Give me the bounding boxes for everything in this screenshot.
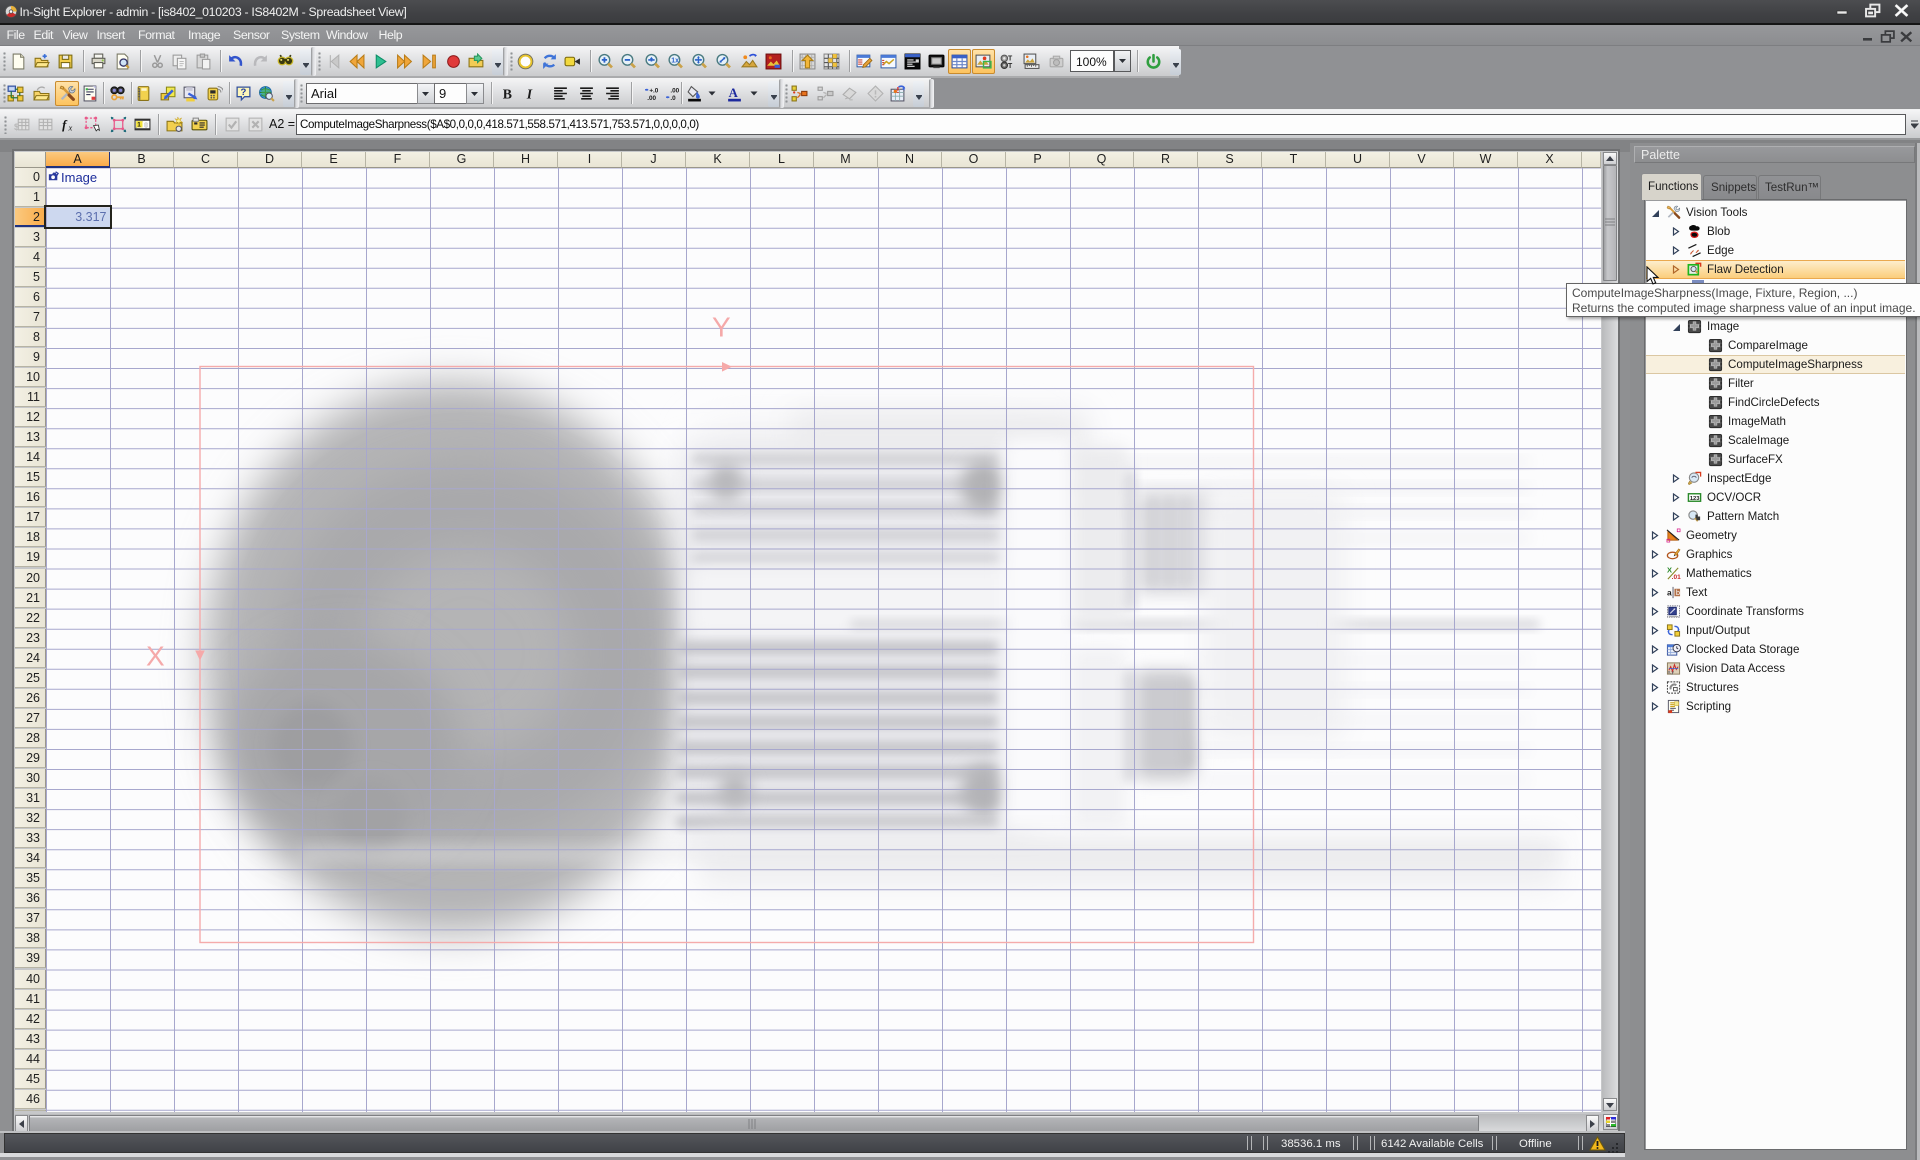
svg-text:f: f [62, 117, 68, 131]
svg-text:x,y: x,y [1668, 669, 1675, 674]
svg-text:Y: Y [712, 311, 731, 342]
svg-text:B: B [502, 86, 511, 101]
svg-text:T: T [1008, 55, 1013, 62]
svg-text:X: X [146, 640, 165, 671]
svg-text:.00: .00 [670, 87, 679, 94]
svg-text:1x: 1x [671, 57, 679, 64]
svg-text:.01: .01 [1672, 574, 1681, 581]
svg-text:1: 1 [137, 121, 141, 128]
svg-text:T: T [1008, 62, 1013, 69]
svg-text:123: 123 [1690, 495, 1700, 501]
svg-text:.0: .0 [670, 94, 676, 101]
svg-text:a: a [1667, 587, 1672, 597]
svg-text:b: b [1676, 587, 1680, 596]
svg-text:x: x [67, 122, 72, 132]
svg-text:I: I [525, 86, 532, 101]
svg-text:$: $ [14, 121, 20, 132]
svg-text:0: 0 [144, 122, 148, 129]
svg-text:+.0: +.0 [649, 87, 658, 94]
svg-text:A: A [728, 86, 738, 100]
svg-text:?: ? [240, 87, 246, 98]
svg-text:.00: .00 [647, 94, 656, 101]
